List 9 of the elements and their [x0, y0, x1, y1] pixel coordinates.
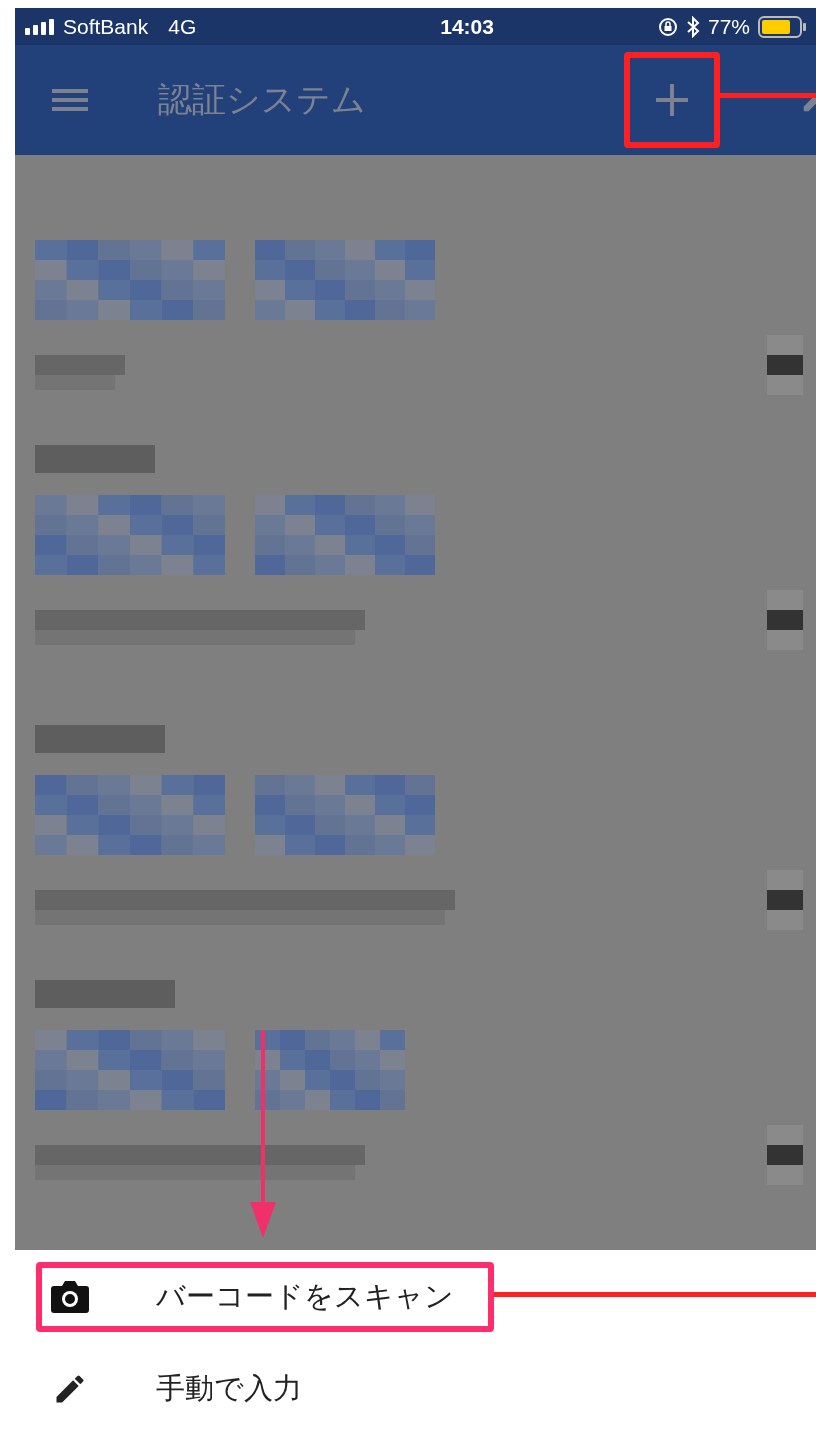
- carrier-name: SoftBank: [63, 14, 149, 39]
- battery-percent: 77%: [707, 14, 750, 39]
- network-type: 4G: [168, 14, 197, 39]
- app-title: 認証システム: [158, 78, 367, 121]
- menu-item-label: バーコードをスキャン: [156, 1278, 454, 1315]
- menu-item[interactable]: バーコードをスキャン: [36, 1262, 494, 1332]
- clock-time: 14:03: [440, 14, 494, 39]
- menu-item[interactable]: 手動で入力: [36, 1354, 494, 1424]
- menu-item-label: 手動で入力: [156, 1370, 302, 1407]
